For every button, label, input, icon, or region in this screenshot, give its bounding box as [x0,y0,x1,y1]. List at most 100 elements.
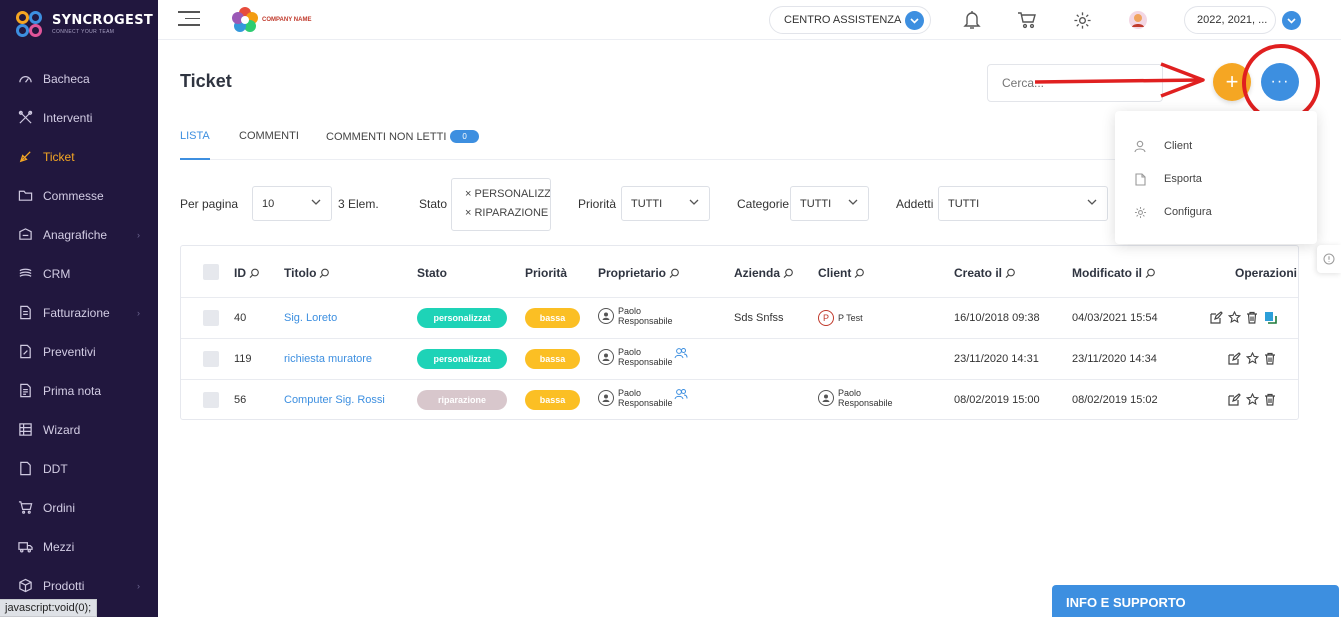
search-icon[interactable] [1005,268,1016,279]
sidebar-item-crm[interactable]: CRM [0,254,158,293]
priorita-select[interactable]: TUTTI [621,186,710,221]
browser-status-bar: javascript:void(0); [0,599,98,617]
sidebar-item-bacheca[interactable]: Bacheca [0,59,158,98]
menu-item-client[interactable]: Client [1133,139,1192,153]
sidebar-item-mezzi[interactable]: Mezzi [0,527,158,566]
ticket-title-link[interactable]: Sig. Loreto [284,312,337,324]
owner[interactable]: Paolo Responsabile [598,306,673,326]
stato-chip[interactable]: × PERSONALIZZ [465,188,550,200]
chevron-down-icon [689,199,699,205]
column-header-proprietario[interactable]: Proprietario [598,266,680,280]
ticket-title-link[interactable]: richiesta muratore [284,353,372,365]
folder-icon [17,188,33,204]
sidebar-item-prima-nota[interactable]: Prima nota [0,371,158,410]
row-checkbox[interactable] [203,392,219,408]
table-row[interactable]: 40 Sig. Loreto personalizzat bassa Paolo… [181,297,1298,338]
brand[interactable]: SYNCROGEST CONNECT YOUR TEAM [0,0,158,48]
trash-icon[interactable] [1245,310,1259,324]
row-checkbox[interactable] [203,310,219,326]
sidebar-item-label: Ordini [43,500,76,515]
tab-commenti[interactable]: COMMENTI [239,130,299,160]
column-header-priorita[interactable]: Priorità [525,266,567,280]
trash-icon[interactable] [1263,351,1277,365]
column-header-creato[interactable]: Creato il [954,266,1016,280]
table-row[interactable]: 56 Computer Sig. Rossi riparazione bassa… [181,379,1298,420]
more-options-button[interactable]: ··· [1261,63,1299,101]
menu-item-esporta[interactable]: Esporta [1133,172,1202,186]
tools-icon [17,110,33,126]
tab-lista[interactable]: LISTA [180,130,210,160]
select-all-checkbox[interactable] [203,264,219,280]
sidebar-item-interventi[interactable]: Interventi [0,98,158,137]
column-header-client[interactable]: Client [818,266,865,280]
assistance-center-select[interactable]: CENTRO ASSISTENZA [769,6,931,34]
star-icon[interactable] [1245,392,1259,406]
sidebar-item-wizard[interactable]: Wizard [0,410,158,449]
star-icon[interactable] [1227,310,1241,324]
side-info-tab[interactable] [1317,245,1341,273]
stato-multiselect[interactable]: × PERSONALIZZ × RIPARAZIONE [451,178,551,231]
per-page-select[interactable]: 10 [252,186,332,221]
cart-basket-icon[interactable] [1016,9,1038,31]
sidebar-item-ordini[interactable]: Ordini [0,488,158,527]
search-icon[interactable] [783,268,794,279]
stato-chip[interactable]: × RIPARAZIONE [465,207,548,219]
bell-icon[interactable] [961,9,983,31]
column-header-titolo[interactable]: Titolo [284,266,330,280]
search-icon[interactable] [669,268,680,279]
company-logo[interactable]: COMPANY NAME [231,3,321,37]
company-flower-icon [232,7,258,32]
table-row[interactable]: 119 richiesta muratore personalizzat bas… [181,338,1298,379]
unread-count-badge: 0 [450,130,479,143]
per-page-value: 10 [262,197,275,210]
edit-icon[interactable] [1227,351,1241,365]
sidebar-item-ticket[interactable]: Ticket [0,137,158,176]
azienda: Sds Snfss [734,312,784,324]
notes-icon [17,383,33,399]
search-icon[interactable] [1145,268,1156,279]
client[interactable]: Paolo Responsabile [818,388,893,408]
user-avatar-icon[interactable] [1127,9,1149,31]
gear-icon[interactable] [1071,9,1093,31]
categorie-select[interactable]: TUTTI [790,186,869,221]
ticket-title-link[interactable]: Computer Sig. Rossi [284,394,385,406]
sidebar-item-ddt[interactable]: DDT [0,449,158,488]
sidebar-item-label: Prodotti [43,578,85,593]
client-name: P Test [838,313,863,323]
trash-icon[interactable] [1263,392,1277,406]
menu-toggle-icon[interactable] [178,11,200,29]
sidebar-item-preventivi[interactable]: Preventivi [0,332,158,371]
edit-icon[interactable] [1209,310,1223,324]
search-icon[interactable] [854,268,865,279]
assistance-label: CENTRO ASSISTENZA [784,14,902,26]
group-users-icon[interactable] [674,347,688,359]
menu-item-configura[interactable]: Configura [1133,205,1212,219]
sidebar-item-commesse[interactable]: Commesse [0,176,158,215]
year-select[interactable]: 2022, 2021, ... [1184,6,1301,34]
addetti-select[interactable]: TUTTI [938,186,1108,221]
add-ticket-button[interactable]: + [1213,63,1251,101]
sidebar-item-fatturazione[interactable]: Fatturazione › [0,293,158,332]
edit-icon[interactable] [1227,392,1241,406]
search-icon[interactable] [319,268,330,279]
column-header-id[interactable]: ID [234,266,260,280]
star-icon[interactable] [1245,351,1259,365]
sidebar-item-label: Preventivi [43,344,96,359]
owner[interactable]: Paolo Responsabile [598,347,688,367]
search-icon[interactable] [249,268,260,279]
tab-commenti-non-letti[interactable]: COMMENTI NON LETTI 0 [326,130,479,160]
search-input[interactable] [987,64,1163,102]
brand-tagline: CONNECT YOUR TEAM [52,29,115,35]
sync-cart-icon[interactable] [1263,310,1277,324]
user-avatar-icon [818,390,834,406]
row-checkbox[interactable] [203,351,219,367]
sidebar-item-anagrafiche[interactable]: Anagrafiche › [0,215,158,254]
info-support-panel[interactable]: INFO E SUPPORTO [1052,585,1339,617]
column-header-stato[interactable]: Stato [417,266,447,280]
client[interactable]: P P Test [818,310,863,326]
owner[interactable]: Paolo Responsabile [598,388,688,408]
column-header-modificato[interactable]: Modificato il [1072,266,1156,280]
group-users-icon[interactable] [674,388,688,400]
column-header-azienda[interactable]: Azienda [734,266,794,280]
stato-label: Stato [419,197,448,211]
